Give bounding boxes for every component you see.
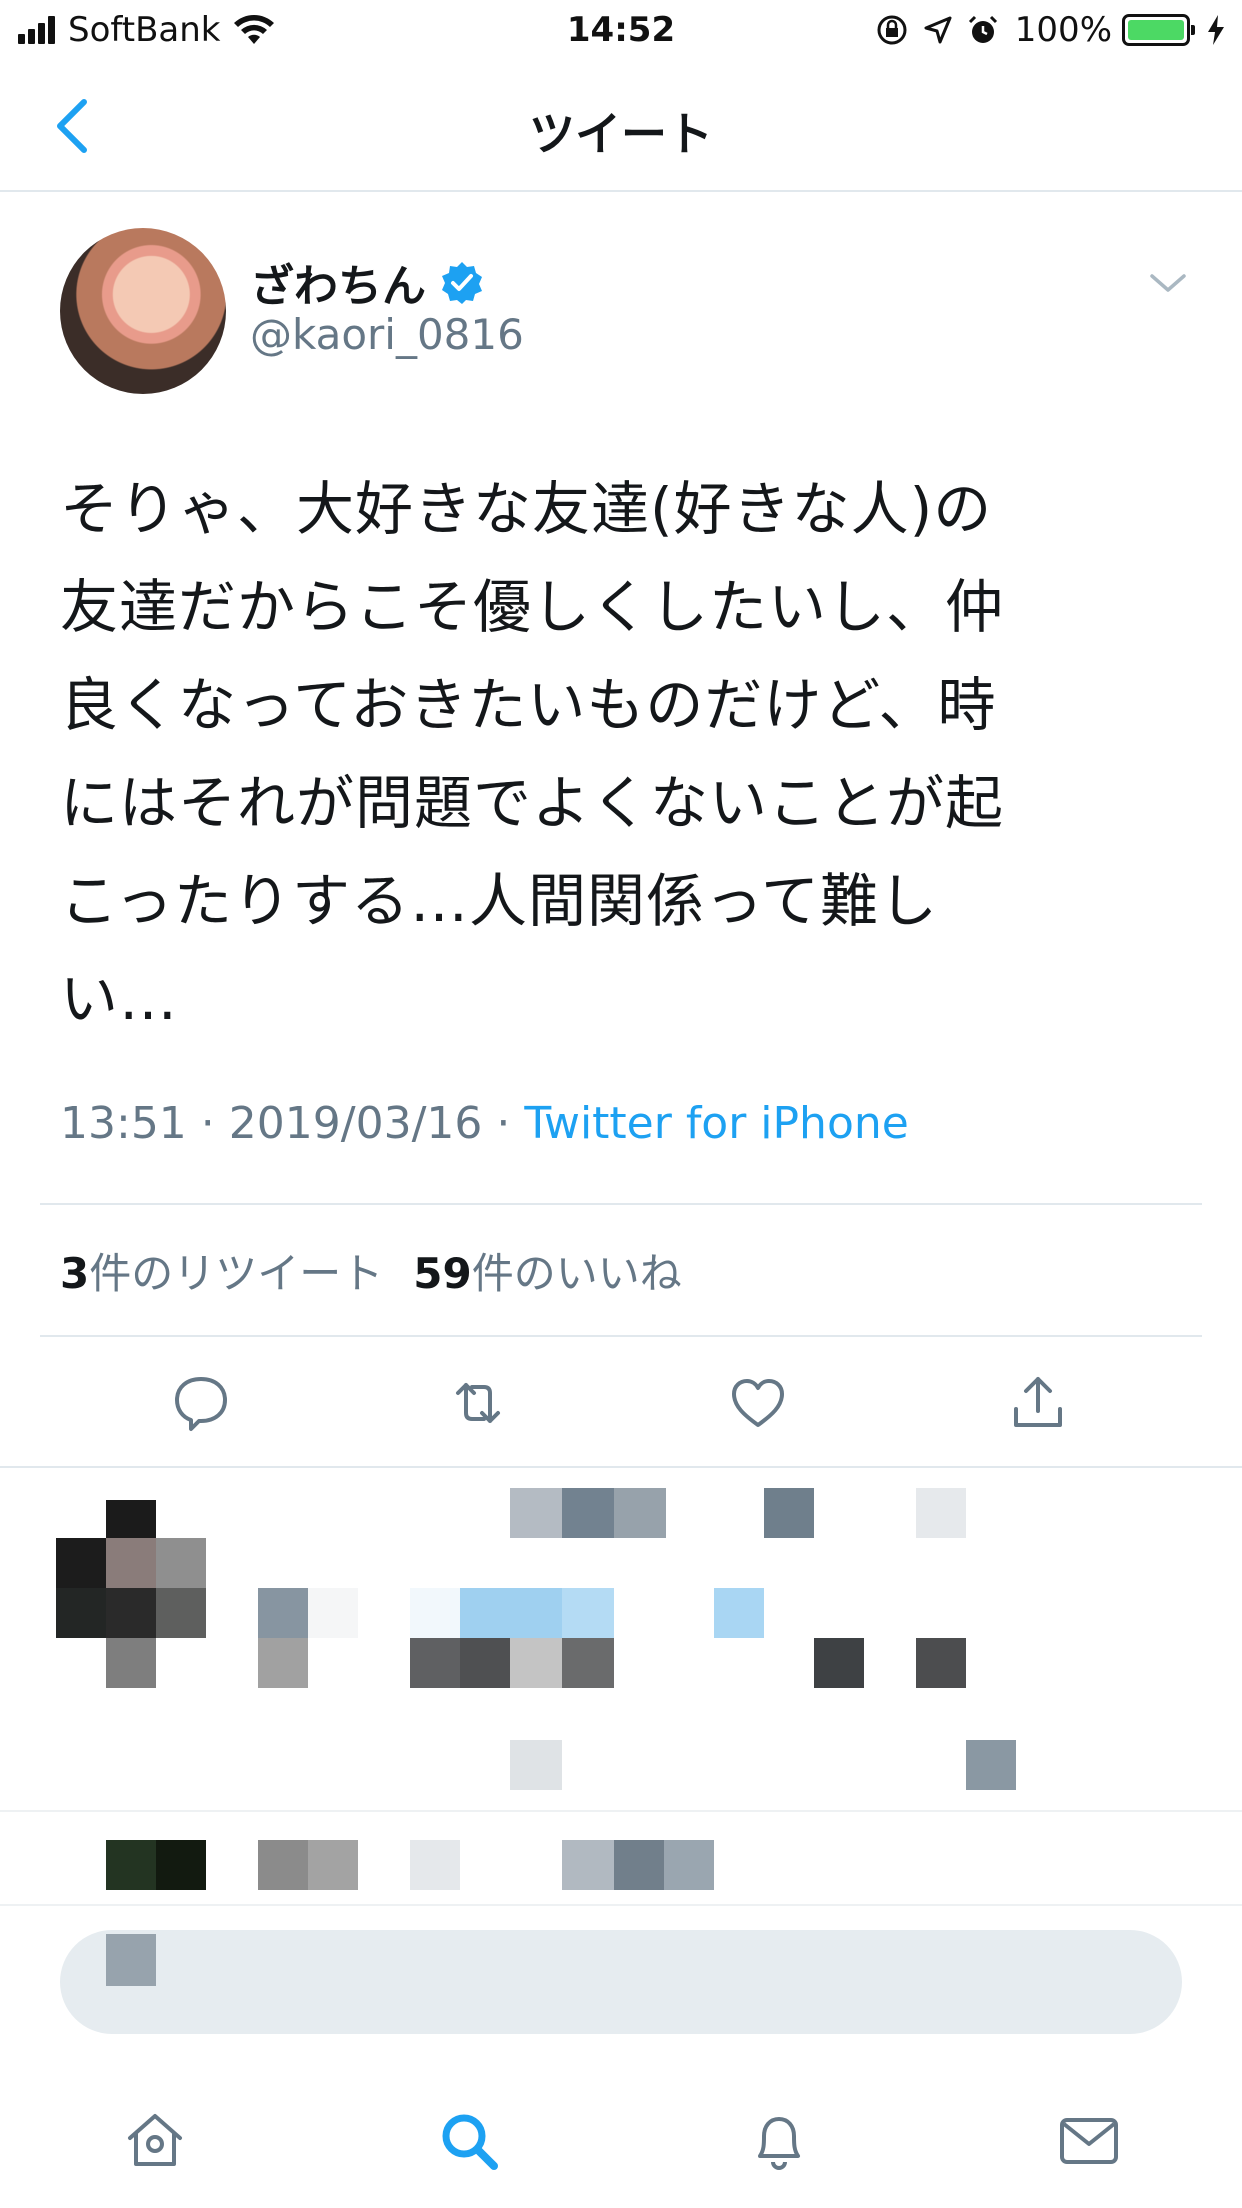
mosaic-block [562, 1588, 614, 1638]
user-handle[interactable]: @kaori_0816 [250, 310, 524, 359]
rotation-lock-icon [877, 15, 907, 45]
mosaic-block [814, 1638, 864, 1688]
status-right: 100% [861, 10, 1226, 50]
tab-bar [0, 2070, 1242, 2208]
mosaic-block [562, 1638, 614, 1688]
verified-badge-icon [442, 262, 482, 304]
mosaic-block [106, 1840, 156, 1890]
tweet-text-line: こったりする…人間関係って難し [60, 867, 939, 935]
like-count: 59 [413, 1249, 472, 1298]
location-icon [924, 16, 952, 44]
mosaic-block [410, 1840, 460, 1890]
retweet-icon[interactable] [446, 1371, 510, 1435]
avatar[interactable] [60, 228, 226, 394]
retweet-label: 件のリツイート [89, 1249, 384, 1298]
retweet-count: 3 [60, 1249, 90, 1298]
mosaic-block [916, 1638, 966, 1688]
tweet-text: そりゃ、大好きな友達(好きな人)の 友達だからこそ優しくしたいし、仲 良くなって… [60, 460, 1180, 1048]
mosaic-block [562, 1840, 614, 1890]
battery-icon [1122, 14, 1195, 46]
tweet-text-line: 友達だからこそ優しくしたいし、仲 [60, 573, 1005, 641]
mosaic-block [562, 1488, 614, 1538]
page-title: ツイート [529, 107, 713, 161]
tweet-time: 13:51 [60, 1098, 187, 1149]
mosaic-block [714, 1588, 764, 1638]
reply-icon[interactable] [169, 1371, 233, 1435]
notifications-icon[interactable] [746, 2108, 812, 2174]
meta-separator: · [186, 1098, 229, 1149]
mosaic-block [258, 1588, 308, 1638]
like-label: 件のいいね [471, 1249, 682, 1298]
mosaic-block [156, 1538, 206, 1588]
tweet-source-link[interactable]: Twitter for iPhone [524, 1098, 908, 1149]
mosaic-block [410, 1638, 460, 1688]
divider [0, 1810, 1242, 1812]
navigation-bar: ツイート [0, 62, 1242, 192]
share-icon[interactable] [1006, 1371, 1070, 1435]
mosaic-block [56, 1588, 106, 1638]
search-icon[interactable] [436, 2108, 502, 2174]
divider [0, 1904, 1242, 1906]
mosaic-block [764, 1488, 814, 1538]
reply-input[interactable] [60, 1930, 1182, 2034]
mosaic-block [308, 1588, 358, 1638]
mosaic-block [106, 1588, 156, 1638]
alarm-icon [968, 15, 997, 43]
mosaic-block [56, 1538, 106, 1588]
display-name[interactable]: ざわちん [250, 250, 426, 314]
mosaic-block [614, 1840, 664, 1890]
like-icon[interactable] [726, 1371, 790, 1435]
tweet-text-line: い… [60, 965, 179, 1033]
tweet-text-line: そりゃ、大好きな友達(好きな人)の [60, 475, 993, 543]
tweet-date: 2019/03/16 [228, 1098, 483, 1149]
tweet-text-line: 良くなっておきたいものだけど、時 [60, 671, 997, 739]
mosaic-block [258, 1638, 308, 1688]
mosaic-block [106, 1638, 156, 1688]
divider [0, 1466, 1242, 1468]
mosaic-block [156, 1588, 206, 1638]
divider [40, 1203, 1202, 1205]
mosaic-block [258, 1840, 308, 1890]
chevron-down-icon[interactable] [1148, 268, 1188, 298]
status-bar: SoftBank 14:52 100% [0, 0, 1242, 62]
tweet-actions [0, 1345, 1242, 1455]
mosaic-block [966, 1740, 1016, 1790]
mosaic-block [308, 1840, 358, 1890]
mosaic-block [614, 1488, 666, 1538]
divider [40, 1335, 1202, 1337]
mosaic-block [916, 1488, 966, 1538]
messages-icon[interactable] [1056, 2108, 1122, 2174]
tweet-stats: 3件のリツイート 59件のいいね [60, 1240, 712, 1301]
charging-bolt-icon [1208, 15, 1224, 45]
tweet-meta: 13:51 · 2019/03/16 · Twitter for iPhone [60, 1098, 909, 1149]
mosaic-block [510, 1740, 562, 1790]
mosaic-block [156, 1840, 206, 1890]
mosaic-block [106, 1538, 156, 1588]
retweet-stat[interactable]: 3件のリツイート [60, 1240, 383, 1301]
mosaic-block [510, 1638, 562, 1688]
mosaic-block [410, 1588, 460, 1638]
mosaic-block [106, 1934, 156, 1986]
mosaic-block [510, 1488, 562, 1538]
home-icon[interactable] [122, 2108, 188, 2174]
mosaic-block [460, 1638, 510, 1688]
mosaic-block [664, 1840, 714, 1890]
battery-percent: 100% [1014, 10, 1112, 50]
tweet-text-line: にはそれが問題でよくないことが起 [60, 769, 1005, 837]
meta-separator: · [482, 1098, 525, 1149]
author-name-row[interactable]: ざわちん [250, 250, 484, 314]
mosaic-block [460, 1588, 562, 1638]
like-stat[interactable]: 59件のいいね [413, 1240, 681, 1301]
